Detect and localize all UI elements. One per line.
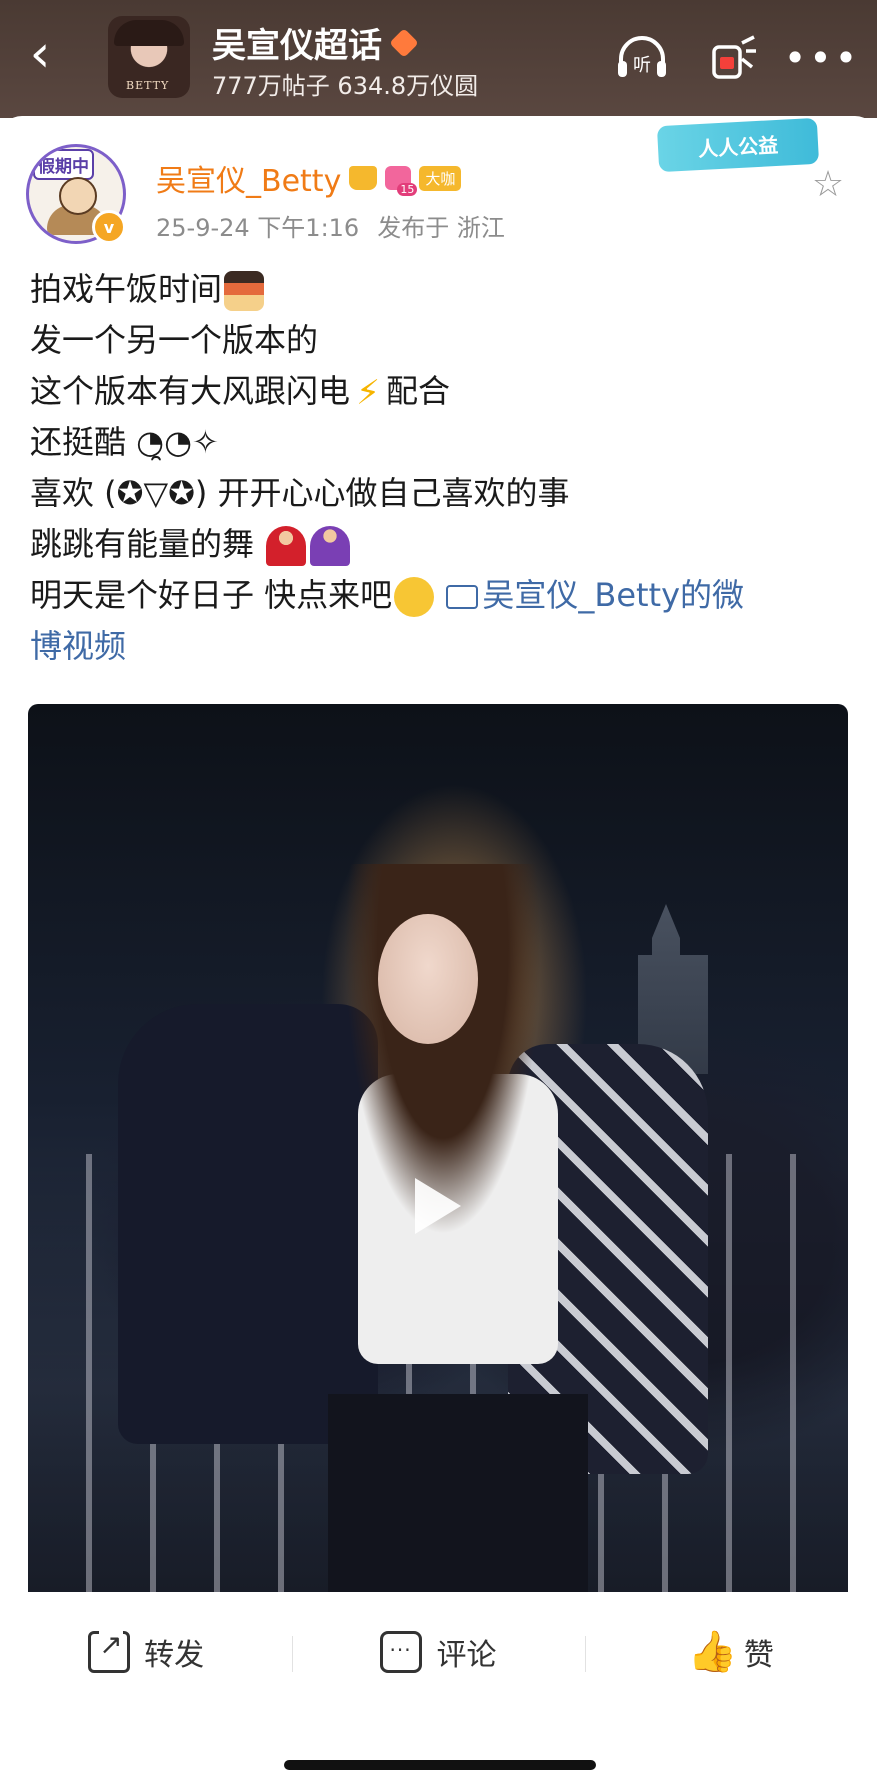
comment-icon <box>380 1631 423 1673</box>
post-location: 发布于 浙江 <box>377 214 505 242</box>
vip-tag: 大咖 <box>419 165 462 191</box>
topic-stats: 777万帖子 634.8万仪圆 <box>212 72 479 100</box>
post-line: 跳跳有能量的舞 <box>30 519 830 570</box>
post-line: 这个版本有大风跟闪电 ⚡ 配合 <box>30 372 451 413</box>
post-line: 还挺酷 ◔̯◔✧ <box>30 423 219 461</box>
video-player[interactable] <box>28 704 848 1684</box>
video-link-continued[interactable]: 博视频 <box>30 621 830 672</box>
home-indicator[interactable] <box>284 1760 596 1770</box>
more-button[interactable]: ••• <box>784 26 857 90</box>
comment-button[interactable]: 评论 <box>292 1622 584 1682</box>
lightning-emoji-icon: ⚡ <box>356 373 380 413</box>
bento-emoji-icon <box>224 271 265 311</box>
action-bar: 转发 评论 👍 赞 <box>0 1592 877 1712</box>
video-camera-icon <box>446 585 479 609</box>
topic-title: 吴宣仪超话 <box>212 18 419 67</box>
post-meta: 25-9-24 下午1:16 发布于 浙江 <box>156 208 505 243</box>
favorite-star-icon[interactable]: ☆ <box>806 162 850 206</box>
charity-badge[interactable]: 人人公益 <box>656 117 820 173</box>
level-badge-icon <box>389 27 419 58</box>
headphones-icon: 听 <box>618 36 666 77</box>
play-icon[interactable] <box>406 1174 470 1238</box>
dancer-emoji-icon <box>266 526 307 566</box>
man-dancing-emoji-icon <box>310 526 351 566</box>
post-card: 假期中 v 吴宣仪_Betty 15 大咖 25-9-24 下午1:16 发布于 … <box>0 116 877 1790</box>
avatar-tag: BETTY <box>126 79 170 92</box>
crown-icon <box>349 166 378 190</box>
topic-avatar[interactable]: BETTY <box>108 16 190 98</box>
username[interactable]: 吴宣仪_Betty <box>156 156 341 200</box>
post-line: 发一个另一个版本的 <box>30 321 319 359</box>
repost-button[interactable]: 转发 <box>0 1622 292 1682</box>
post-line: 喜欢 (✪▽✪) 开开心心做自己喜欢的事 <box>30 474 570 512</box>
svg-text:听: 听 <box>633 55 651 76</box>
post-date: 25-9-24 下午1:16 <box>156 214 360 242</box>
post-line: 明天是个好日子 快点来吧 吴宣仪_Betty的微 <box>30 570 830 621</box>
gift-button[interactable] <box>700 26 764 90</box>
video-link[interactable]: 吴宣仪_Betty的微 <box>446 576 744 614</box>
post-line: 拍戏午饭时间 <box>30 264 830 315</box>
avatar-badge: 假期中 <box>33 149 94 180</box>
listen-button[interactable]: 听 <box>610 26 674 90</box>
username-row[interactable]: 吴宣仪_Betty 15 大咖 <box>156 156 462 200</box>
back-button[interactable]: ‹ <box>18 24 62 84</box>
level-gem-icon: 15 <box>385 166 418 196</box>
excited-face-emoji-icon <box>394 577 435 617</box>
like-button[interactable]: 👍 赞 <box>584 1622 877 1682</box>
topic-header: ‹ BETTY 吴宣仪超话 777万帖子 634.8万仪圆 听 ••• <box>0 0 877 118</box>
post-body: 拍戏午饭时间 发一个另一个版本的 这个版本有大风跟闪电 ⚡ 配合 还挺酷 ◔̯◔✧ … <box>30 264 830 672</box>
chevron-left-icon: ‹ <box>29 24 51 84</box>
thumbs-up-icon: 👍 <box>687 1629 738 1675</box>
share-icon <box>88 1628 131 1673</box>
gift-icon <box>712 35 756 79</box>
more-icon: ••• <box>783 36 861 80</box>
verified-icon: v <box>92 210 126 244</box>
